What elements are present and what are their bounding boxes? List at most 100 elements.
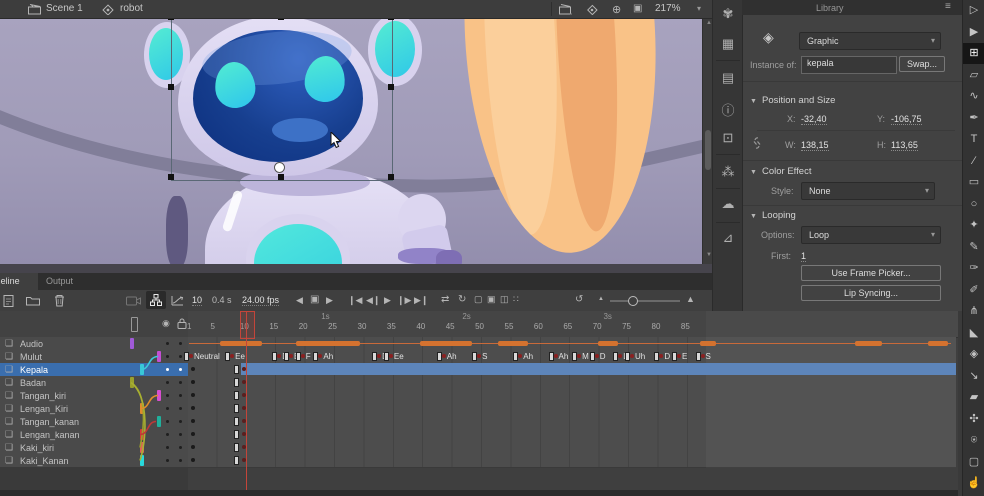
x-value[interactable]: -32,40	[801, 114, 827, 125]
stage-canvas[interactable]: ▲ ▼	[0, 18, 712, 264]
empty-keyframe-marker[interactable]	[296, 352, 301, 361]
loop-playback-icon[interactable]: ⇄	[441, 294, 449, 305]
keyframe-dot[interactable]	[242, 432, 246, 436]
frames-tangan_kanan[interactable]	[188, 415, 706, 429]
frames-ext-kaki_kiri[interactable]	[706, 441, 956, 455]
info-panel-icon[interactable]: ⓘ	[713, 100, 743, 119]
next-keyframe-icon[interactable]: ❙▶	[397, 295, 411, 306]
layer-dot[interactable]	[166, 355, 169, 358]
selected-frame-span[interactable]	[241, 363, 956, 375]
paint-bucket-tool[interactable]: ◣	[963, 323, 984, 344]
current-frame-value[interactable]: 10	[192, 295, 202, 306]
visibility-column-icon[interactable]: ◉	[162, 318, 170, 329]
breadcrumb-scene[interactable]: Scene 1	[46, 3, 83, 14]
step-back-icon[interactable]: ◀	[296, 295, 303, 306]
layer-dot[interactable]	[179, 407, 182, 410]
lip-keyframe-dot[interactable]	[630, 354, 634, 358]
w-value[interactable]: 138,15	[801, 140, 829, 151]
empty-keyframe-marker[interactable]	[234, 443, 239, 452]
keyframe-dot[interactable]	[191, 419, 195, 423]
y-value[interactable]: -106,75	[891, 114, 922, 125]
frames-ext-tangan_kiri[interactable]	[706, 389, 956, 403]
width-tool[interactable]: ✣	[963, 409, 984, 430]
eraser-tool[interactable]: ▰	[963, 387, 984, 408]
frames-kaki_kanan[interactable]	[188, 454, 706, 468]
layer-dot[interactable]	[179, 459, 182, 462]
transform-handle[interactable]	[278, 174, 284, 180]
modify-markers-icon[interactable]: ∷	[513, 294, 519, 305]
zoom-out-frames-icon[interactable]: ▲	[598, 296, 604, 302]
breadcrumb-symbol[interactable]: robot	[120, 3, 143, 14]
stage-zoom-value[interactable]: 217%	[655, 3, 681, 14]
keyframe-dot[interactable]	[191, 458, 195, 462]
vscroll-thumb[interactable]	[705, 130, 711, 170]
empty-keyframe-marker[interactable]	[234, 456, 239, 465]
zoom-chevron-icon[interactable]: ▾	[697, 4, 701, 13]
loop-options-select[interactable]: Loop ▾	[801, 226, 941, 244]
layer-dot[interactable]	[166, 394, 169, 397]
play-icon[interactable]: ▶	[384, 295, 391, 306]
frames-lengan_kanan[interactable]	[188, 428, 706, 442]
keyframe-dot[interactable]	[191, 393, 195, 397]
onion-skin-icon[interactable]: ▢	[474, 294, 483, 305]
swatches-panel-icon[interactable]: ▦	[713, 36, 743, 52]
cc-libraries-panel-icon[interactable]: ☁	[713, 196, 743, 212]
lip-keyframe-dot[interactable]	[189, 354, 193, 358]
instance-name-field[interactable]: kepala	[801, 56, 897, 74]
classic-brush-tool[interactable]: ✐	[963, 280, 984, 301]
edit-scene-button-icon[interactable]	[559, 4, 572, 15]
lip-keyframe-dot[interactable]	[701, 354, 705, 358]
gradient-transform-tool[interactable]: ▱	[963, 65, 984, 86]
layer-dot[interactable]	[179, 381, 182, 384]
keyframe-dot[interactable]	[191, 367, 195, 371]
empty-keyframe-marker[interactable]	[590, 352, 595, 361]
keyframe-dot[interactable]	[191, 406, 195, 410]
delete-layer-button[interactable]	[54, 294, 65, 307]
edit-multiple-frames-icon[interactable]: ◫	[500, 294, 509, 305]
empty-keyframe-marker[interactable]	[696, 352, 701, 361]
onion-outline-icon[interactable]: ▣	[487, 294, 496, 305]
use-frame-picker-button[interactable]: Use Frame Picker...	[801, 265, 941, 281]
empty-keyframe-marker[interactable]	[234, 430, 239, 439]
layer-dot[interactable]	[166, 459, 169, 462]
ruler-number[interactable]: 20	[299, 322, 308, 331]
position-size-title[interactable]: Position and Size	[762, 95, 835, 106]
ruler-number[interactable]: 70	[593, 322, 602, 331]
lip-keyframe-dot[interactable]	[389, 354, 393, 358]
ruler-number[interactable]: 15	[269, 322, 278, 331]
layer-dot[interactable]	[179, 446, 182, 449]
frames-tangan_kiri[interactable]	[188, 389, 706, 403]
ruler-number[interactable]: 40	[416, 322, 425, 331]
layer-dot[interactable]	[166, 407, 169, 410]
frames-ext-tangan_kanan[interactable]	[706, 415, 956, 429]
layer-dot[interactable]	[179, 342, 182, 345]
keyframe-dot[interactable]	[191, 445, 195, 449]
transform-handle[interactable]	[168, 174, 174, 180]
paint-brush-tool[interactable]: ✑	[963, 258, 984, 279]
current-frame-icon[interactable]: ▣	[310, 294, 319, 305]
parent-view-toggle[interactable]	[146, 291, 166, 309]
camera-tool[interactable]: ▢	[963, 452, 984, 473]
rectangle-tool[interactable]: ▭	[963, 172, 984, 193]
collapse-arrow-icon[interactable]: ▼	[750, 98, 757, 105]
frames-ext-mulut[interactable]	[706, 350, 956, 364]
lip-keyframe-dot[interactable]	[442, 354, 446, 358]
free-transform-tool[interactable]: ⊞	[963, 43, 984, 64]
layer-dot[interactable]	[166, 342, 169, 345]
layer-dot[interactable]	[166, 420, 169, 423]
ruler-number[interactable]: 80	[652, 322, 661, 331]
align-panel-icon[interactable]: ▤	[713, 70, 743, 86]
subselection-tool[interactable]: ▶	[963, 22, 984, 43]
brush-library-panel-icon[interactable]: ⁂	[713, 164, 743, 180]
keyframe-dot[interactable]	[242, 367, 246, 371]
transform-panel-icon[interactable]: ⊡	[713, 130, 743, 146]
new-layer-button[interactable]	[3, 294, 15, 307]
lip-keyframe-dot[interactable]	[677, 354, 681, 358]
zoom-in-frames-icon[interactable]: ▲	[686, 294, 695, 304]
layer-dot[interactable]	[179, 355, 182, 358]
frames-ext-lengan_kiri[interactable]	[706, 402, 956, 416]
keyframe-dot[interactable]	[242, 380, 246, 384]
keyframe-dot[interactable]	[242, 445, 246, 449]
ruler-number[interactable]: 55	[505, 322, 514, 331]
step-forward-icon[interactable]: ▶	[326, 295, 333, 306]
